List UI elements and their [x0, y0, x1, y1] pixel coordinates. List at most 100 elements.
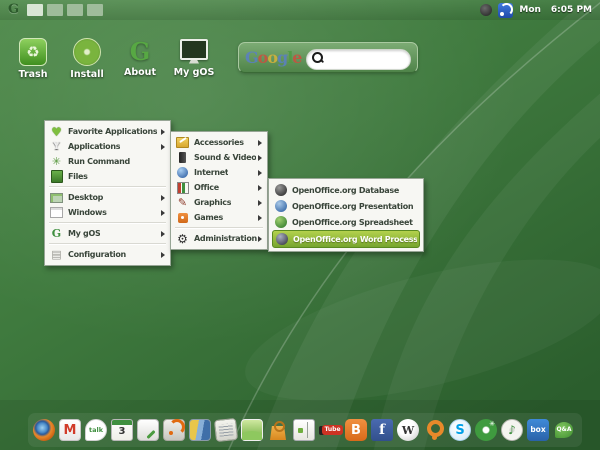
people-search-icon[interactable] [423, 419, 445, 441]
blogger-icon[interactable]: B [345, 419, 367, 441]
network-icon[interactable] [498, 3, 513, 18]
openoffice-database-icon [274, 184, 287, 197]
google-maps-icon[interactable] [189, 419, 211, 441]
shopping-bag-icon[interactable] [267, 419, 289, 441]
submenu-arrow-icon [161, 210, 165, 216]
menu-item-run-command[interactable]: Run Command [46, 154, 169, 169]
submenu-arrow-icon [258, 185, 262, 191]
office-icon [176, 181, 189, 194]
gos-g-icon [50, 227, 63, 240]
menu-item-files[interactable]: Files [46, 169, 169, 184]
desktop-icon-label: Trash [19, 69, 48, 80]
desktop-icon-install[interactable]: Install [61, 38, 113, 80]
menu-item-openoffice-database[interactable]: OpenOffice.org Database [270, 182, 422, 198]
run-gear-icon [50, 155, 63, 168]
application-dock: M talk 3 Tube B f W S ♪ box Q&A [28, 413, 582, 447]
menu-item-graphics[interactable]: Graphics [172, 195, 266, 210]
menu-item-administration[interactable]: Administration [172, 231, 266, 246]
openoffice-presentation-icon [274, 200, 287, 213]
gmail-icon[interactable]: M [59, 419, 81, 441]
clock-time: 6:05 PM [551, 5, 592, 15]
youtube-icon[interactable]: Tube [319, 419, 341, 441]
submenu-arrow-icon [161, 252, 165, 258]
menu-item-windows[interactable]: Windows [46, 205, 169, 220]
workspace-3[interactable] [67, 4, 83, 16]
menu-item-accessories[interactable]: Accessories [172, 135, 266, 150]
desktop-icon-label: Install [70, 69, 103, 80]
desktop-icon-label: About [124, 67, 156, 78]
menu-separator [175, 227, 263, 229]
submenu-arrow-icon [161, 231, 165, 237]
monitor-icon [181, 38, 207, 64]
submenu-arrow-icon [258, 215, 262, 221]
submenu-arrow-icon [161, 144, 165, 150]
main-menu: Favorite Applications Applications Run C… [44, 120, 171, 266]
skype-icon[interactable]: S [449, 419, 471, 441]
gos-desktop: G Mon 6:05 PM ♻ Trash Install G About My… [0, 0, 600, 450]
fridge-icon[interactable] [293, 419, 315, 441]
top-panel: G Mon 6:05 PM [0, 0, 600, 20]
pencil-icon [176, 196, 189, 209]
system-tray: Mon 6:05 PM [480, 3, 600, 18]
gos-logo[interactable]: G [8, 0, 19, 20]
openoffice-spreadsheet-icon [274, 216, 287, 229]
menu-separator [49, 243, 166, 245]
desktop-icon-label: My gOS [174, 67, 215, 78]
music-player-icon[interactable]: ♪ [501, 419, 523, 441]
picasa-photos-icon[interactable] [241, 419, 263, 441]
openoffice-writer-icon [275, 233, 288, 246]
about-g-icon: G [127, 38, 153, 64]
clock-day: Mon [519, 5, 541, 15]
google-news-icon[interactable] [214, 418, 238, 442]
submenu-arrow-icon [258, 236, 262, 242]
menu-item-applications[interactable]: Applications [46, 139, 169, 154]
menu-item-games[interactable]: Games [172, 210, 266, 225]
submenu-arrow-icon [258, 200, 262, 206]
folder-icon [50, 170, 63, 183]
desktop-icon-my-gos[interactable]: My gOS [168, 38, 220, 78]
heart-icon [50, 125, 63, 138]
install-disc-icon [73, 38, 101, 66]
office-submenu: OpenOffice.org Database OpenOffice.org P… [268, 178, 424, 252]
desktop-icon-about[interactable]: G About [114, 38, 166, 78]
desktop-icon-trash[interactable]: ♻ Trash [7, 38, 59, 80]
globe-icon [176, 166, 189, 179]
submenu-arrow-icon [258, 140, 262, 146]
volume-icon[interactable] [480, 4, 492, 16]
menu-item-my-gos[interactable]: My gOS [46, 226, 169, 241]
trash-icon: ♻ [19, 38, 47, 66]
menu-item-internet[interactable]: Internet [172, 165, 266, 180]
media-player-icon[interactable] [475, 419, 497, 441]
search-magnifier-icon [312, 52, 323, 63]
google-calendar-icon[interactable]: 3 [111, 419, 133, 441]
menu-separator [49, 186, 166, 188]
accessories-icon [176, 136, 189, 149]
configuration-icon [50, 248, 63, 261]
menu-item-office[interactable]: Office [172, 180, 266, 195]
firefox-icon[interactable] [33, 419, 55, 441]
workspace-4[interactable] [87, 4, 103, 16]
menu-item-openoffice-presentation[interactable]: OpenOffice.org Presentation [270, 198, 422, 214]
menu-item-openoffice-word-processor[interactable]: OpenOffice.org Word Processor [272, 230, 420, 248]
facebook-icon[interactable]: f [371, 419, 393, 441]
menu-item-desktop[interactable]: Desktop [46, 190, 169, 205]
submenu-arrow-icon [258, 170, 262, 176]
submenu-arrow-icon [258, 155, 262, 161]
qa-community-icon[interactable]: Q&A [553, 419, 575, 441]
google-docs-icon[interactable] [137, 419, 159, 441]
workspace-2[interactable] [47, 4, 63, 16]
box-storage-icon[interactable]: box [527, 419, 549, 441]
menu-item-openoffice-spreadsheet[interactable]: OpenOffice.org Spreadsheet [270, 214, 422, 230]
menu-item-configuration[interactable]: Configuration [46, 247, 169, 262]
applications-submenu: Accessories Sound & Video Internet Offic… [170, 131, 268, 250]
menu-item-sound-video[interactable]: Sound & Video [172, 150, 266, 165]
rss-reader-icon[interactable] [163, 419, 185, 441]
window-icon [50, 206, 63, 219]
menu-item-favorite-applications[interactable]: Favorite Applications [46, 124, 169, 139]
google-search-widget: Google [238, 42, 418, 73]
workspace-1[interactable] [27, 4, 43, 16]
workspace-switcher [27, 4, 103, 16]
game-die-icon [176, 211, 189, 224]
wikipedia-icon[interactable]: W [397, 419, 419, 441]
google-talk-icon[interactable]: talk [85, 419, 107, 441]
